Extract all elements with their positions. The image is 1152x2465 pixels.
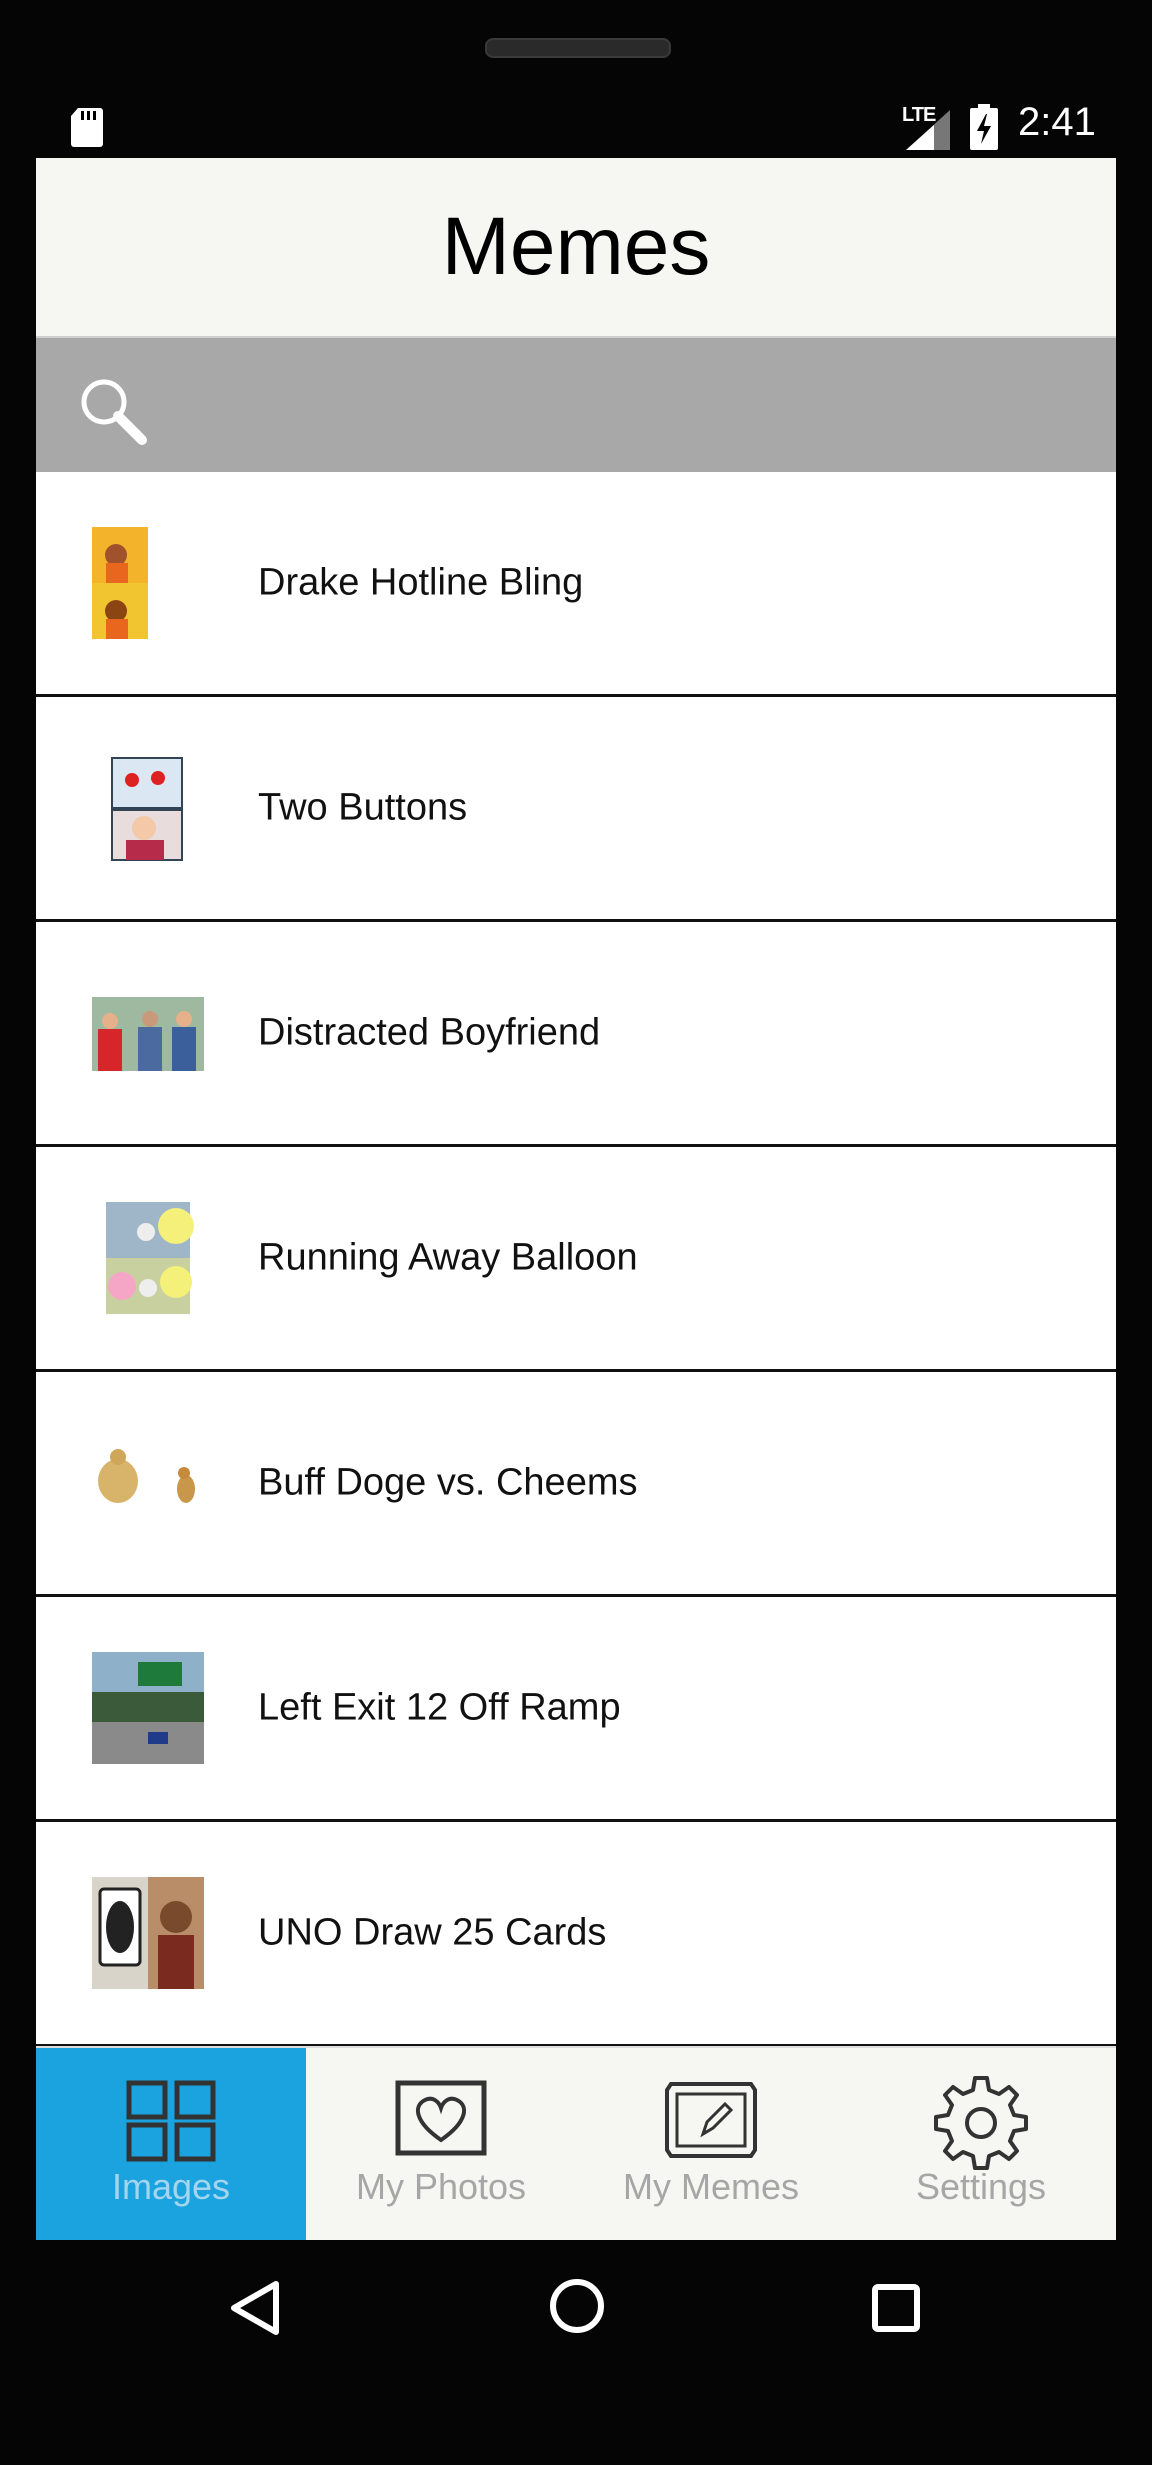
meme-name: Running Away Balloon — [258, 1236, 638, 1279]
system-nav-bar — [0, 2240, 1152, 2370]
tab-label: Images — [111, 2166, 231, 2207]
title-bar: Memes — [36, 158, 1116, 338]
list-item[interactable]: Left Exit 12 Off Ramp — [36, 1597, 1116, 1822]
buff-doge-thumbnail — [98, 1449, 195, 1503]
two-buttons-thumbnail — [111, 757, 183, 861]
status-time: 2:41 — [1018, 100, 1096, 144]
left-exit-thumbnail — [92, 1652, 204, 1764]
meme-list: Drake Hotline Bling Two Buttons Distract… — [36, 472, 1116, 2047]
tab-my-photos[interactable]: My Photos — [306, 2048, 576, 2240]
recents-icon[interactable] — [872, 2284, 920, 2332]
grid-icon — [126, 2080, 216, 2162]
tab-images[interactable]: Images — [36, 2048, 306, 2240]
list-item[interactable]: UNO Draw 25 Cards — [36, 1822, 1116, 2047]
battery-charging-icon — [970, 104, 998, 150]
meme-name: UNO Draw 25 Cards — [258, 1911, 607, 1954]
search-bar[interactable] — [36, 338, 1116, 472]
meme-name: Two Buttons — [258, 786, 468, 829]
list-item[interactable]: Drake Hotline Bling — [36, 472, 1116, 697]
tab-settings[interactable]: Settings — [846, 2048, 1116, 2240]
sd-card-icon — [71, 108, 103, 147]
app-screen: Memes Drake Hotline Bling Two Buttons Di… — [36, 158, 1116, 2240]
drake-thumbnail — [92, 527, 148, 639]
meme-name: Left Exit 12 Off Ramp — [258, 1686, 621, 1729]
page-title: Memes — [441, 201, 711, 292]
distracted-boyfriend-thumbnail — [92, 997, 204, 1071]
tab-label: My Photos — [355, 2166, 527, 2207]
home-icon[interactable] — [549, 2278, 605, 2334]
search-icon[interactable] — [76, 374, 150, 448]
meme-name: Distracted Boyfriend — [258, 1011, 601, 1054]
tab-label: Settings — [915, 2166, 1047, 2207]
heart-frame-icon — [395, 2080, 487, 2156]
back-icon[interactable] — [228, 2280, 282, 2336]
signal-icon — [906, 110, 950, 150]
uno-draw-25-thumbnail — [92, 1877, 204, 1989]
tab-label: My Memes — [622, 2166, 799, 2207]
phone-frame: LTE 2:41 Memes Drake Hotline Bling Two B… — [0, 0, 1152, 2465]
list-item[interactable]: Buff Doge vs. Cheems — [36, 1372, 1116, 1597]
list-item[interactable]: Running Away Balloon — [36, 1147, 1116, 1372]
running-away-balloon-thumbnail — [106, 1202, 194, 1314]
meme-name: Drake Hotline Bling — [258, 561, 584, 604]
tab-my-memes[interactable]: My Memes — [576, 2048, 846, 2240]
list-item[interactable]: Two Buttons — [36, 697, 1116, 922]
pencil-frame-icon — [665, 2082, 757, 2158]
status-bar: LTE 2:41 — [36, 100, 1116, 158]
speaker-grille — [485, 38, 671, 58]
gear-icon — [934, 2076, 1028, 2170]
meme-name: Buff Doge vs. Cheems — [258, 1461, 638, 1504]
list-item[interactable]: Distracted Boyfriend — [36, 922, 1116, 1147]
bottom-tab-bar: Images My Photos My Memes Settings — [36, 2046, 1116, 2240]
